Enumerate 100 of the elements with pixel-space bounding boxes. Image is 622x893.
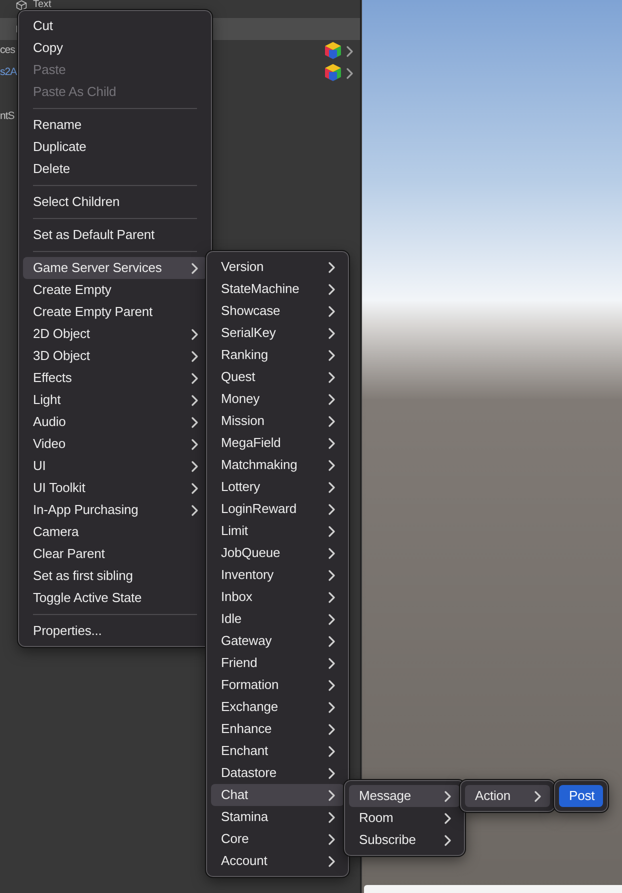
menu-item[interactable]: Properties... (23, 620, 207, 642)
chevron-right-icon (346, 46, 354, 56)
chevron-right-icon (328, 768, 336, 778)
menu-item[interactable]: Message (349, 785, 460, 807)
menu-item[interactable]: Limit (211, 520, 344, 542)
chevron-right-icon (444, 790, 452, 802)
menu-item[interactable]: Camera (23, 521, 207, 543)
menu-item[interactable]: Game Server Services (23, 257, 207, 279)
menu-item[interactable]: Quest (211, 366, 344, 388)
chevron-right-icon (191, 460, 199, 472)
menu-item[interactable]: Gateway (211, 630, 344, 652)
chevron-right-icon (328, 306, 336, 316)
menu-item[interactable]: Clear Parent (23, 543, 207, 565)
chevron-right-icon (328, 812, 336, 822)
chevron-right-icon (191, 262, 199, 274)
chevron-right-icon (328, 438, 336, 448)
chevron-right-icon (328, 284, 336, 294)
chevron-right-icon (191, 394, 199, 406)
menu-item[interactable]: Light (23, 389, 207, 411)
menu-item[interactable]: 3D Object (23, 345, 207, 367)
menu-item[interactable]: MegaField (211, 432, 344, 454)
menu-item[interactable]: Room (349, 807, 460, 829)
chevron-right-icon (328, 724, 336, 734)
chevron-right-icon (328, 526, 336, 536)
chevron-right-icon (534, 790, 542, 802)
menu-item[interactable]: Delete (23, 158, 207, 180)
chevron-right-icon (444, 812, 452, 824)
chevron-right-icon (328, 636, 336, 646)
menu-item[interactable]: Ranking (211, 344, 344, 366)
chevron-right-icon (328, 614, 336, 624)
menu-item[interactable]: Idle (211, 608, 344, 630)
menu-item[interactable]: Money (211, 388, 344, 410)
menu-item[interactable]: Account (211, 850, 344, 872)
chevron-right-icon (328, 482, 336, 492)
menu-item[interactable]: UI Toolkit (23, 477, 207, 499)
menu-item[interactable]: Select Children (23, 191, 207, 213)
menu-item[interactable]: Copy (23, 37, 207, 59)
menu-item[interactable]: Lottery (211, 476, 344, 498)
menu-item[interactable]: Showcase (211, 300, 344, 322)
menu-item[interactable]: Formation (211, 674, 344, 696)
chevron-right-icon (328, 548, 336, 558)
menu-item[interactable]: Exchange (211, 696, 344, 718)
menu-item[interactable]: Inventory (211, 564, 344, 586)
menu-item[interactable]: Enchant (211, 740, 344, 762)
chevron-right-icon (346, 68, 354, 78)
menu-item[interactable]: Inbox (211, 586, 344, 608)
menu-item[interactable]: Version (211, 256, 344, 278)
menu-item[interactable]: JobQueue (211, 542, 344, 564)
menu-item[interactable]: Post (559, 785, 603, 807)
hierarchy-item-label[interactable]: Text (33, 0, 52, 10)
menu-item[interactable]: Cut (23, 15, 207, 37)
wireframe-cube-icon (16, 0, 27, 10)
menu-item[interactable]: Set as Default Parent (23, 224, 207, 246)
menu-item[interactable]: Audio (23, 411, 207, 433)
chevron-right-icon (328, 328, 336, 338)
hierarchy-item-label[interactable]: s2A (0, 65, 17, 81)
chevron-right-icon (444, 834, 452, 846)
menu-item[interactable]: Matchmaking (211, 454, 344, 476)
menu-item[interactable]: 2D Object (23, 323, 207, 345)
menu-item[interactable]: Enhance (211, 718, 344, 740)
menu-item[interactable]: Video (23, 433, 207, 455)
menu-item[interactable]: Action (465, 785, 550, 807)
chevron-right-icon (191, 504, 199, 516)
menu-item[interactable]: Core (211, 828, 344, 850)
chevron-right-icon (328, 790, 336, 800)
stacked-cube-icon (324, 42, 342, 60)
chevron-right-icon (328, 460, 336, 470)
chevron-right-icon (328, 746, 336, 756)
hierarchy-item-label[interactable]: ntS (0, 109, 14, 125)
chevron-right-icon (328, 658, 336, 668)
menu-item[interactable]: Create Empty Parent (23, 301, 207, 323)
menu-item[interactable]: Toggle Active State (23, 587, 207, 609)
chevron-right-icon (191, 482, 199, 494)
hierarchy-item-label[interactable]: ces (0, 43, 15, 59)
chevron-right-icon (328, 592, 336, 602)
menu-item[interactable]: UI (23, 455, 207, 477)
chevron-right-icon (191, 372, 199, 384)
menu-item[interactable]: Set as first sibling (23, 565, 207, 587)
menu-item[interactable]: LoginReward (211, 498, 344, 520)
menu-item[interactable]: StateMachine (211, 278, 344, 300)
menu-item[interactable]: Datastore (211, 762, 344, 784)
menu-item[interactable]: Duplicate (23, 136, 207, 158)
menu-item[interactable]: SerialKey (211, 322, 344, 344)
menu-item[interactable]: Friend (211, 652, 344, 674)
chevron-right-icon (328, 834, 336, 844)
chevron-right-icon (328, 680, 336, 690)
chevron-right-icon (328, 416, 336, 426)
menu-item[interactable]: Create Empty (23, 279, 207, 301)
menu-item[interactable]: Stamina (211, 806, 344, 828)
chevron-right-icon (328, 350, 336, 360)
chevron-right-icon (191, 416, 199, 428)
menu-item[interactable]: Effects (23, 367, 207, 389)
menu-item[interactable]: Subscribe (349, 829, 460, 851)
menu-item[interactable]: Rename (23, 114, 207, 136)
menu-item[interactable]: In-App Purchasing (23, 499, 207, 521)
chevron-right-icon (328, 504, 336, 514)
chevron-right-icon (328, 856, 336, 866)
menu-item[interactable]: Chat (211, 784, 344, 806)
chevron-right-icon (191, 438, 199, 450)
menu-item[interactable]: Mission (211, 410, 344, 432)
